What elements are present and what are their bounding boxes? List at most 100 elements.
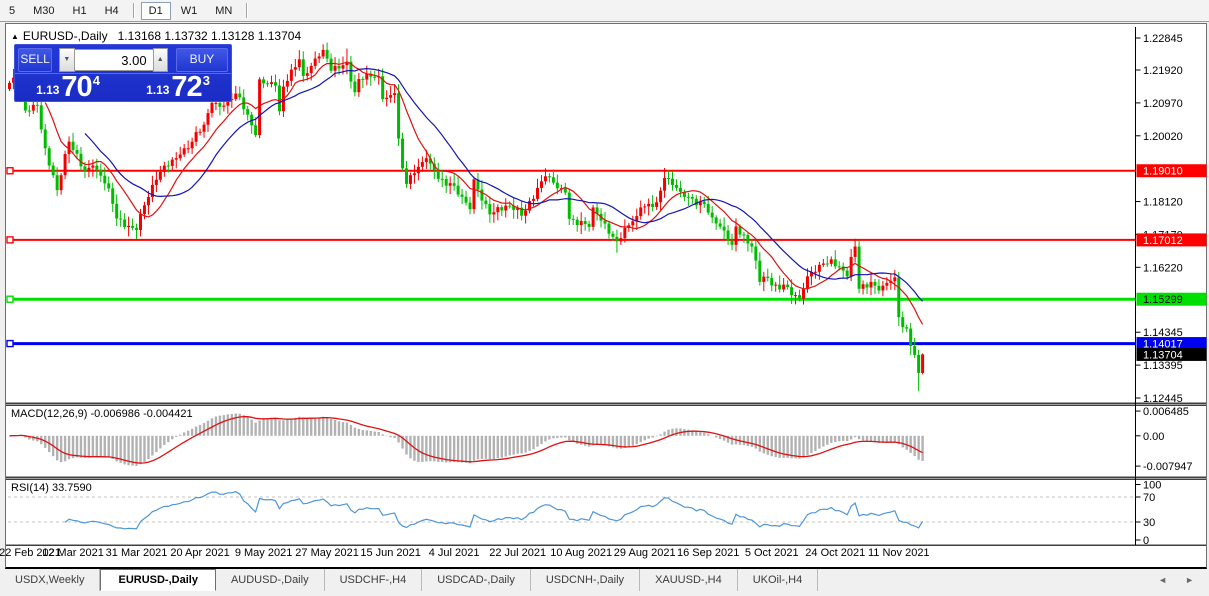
tab-usdchf-h4[interactable]: USDCHF-,H4 xyxy=(325,569,423,591)
candle xyxy=(409,175,412,184)
candle xyxy=(500,207,503,210)
candle xyxy=(738,226,741,234)
candle xyxy=(302,59,305,76)
candle xyxy=(318,56,321,58)
timeframe-button-h4[interactable]: H4 xyxy=(97,2,127,20)
price-tick-label: 1.16220 xyxy=(1143,262,1183,274)
candle xyxy=(389,95,392,98)
volume-input[interactable] xyxy=(75,49,153,71)
date-tick-label: 11 Nov 2021 xyxy=(868,547,930,559)
candle xyxy=(746,235,749,243)
candle xyxy=(484,201,487,205)
candle xyxy=(72,142,75,150)
macd-indicator xyxy=(10,414,923,466)
candle xyxy=(715,217,718,223)
candle xyxy=(385,98,388,99)
candle xyxy=(119,219,122,220)
candle xyxy=(326,50,329,59)
candle xyxy=(338,66,341,69)
date-axis: 22 Feb 202112 Mar 202131 Mar 202120 Apr … xyxy=(0,547,930,559)
candle xyxy=(453,183,456,186)
tab-xauusd-h4[interactable]: XAUUSD-,H4 xyxy=(640,569,738,591)
timeframe-button-m30[interactable]: M30 xyxy=(25,2,62,20)
tab-usdcad-daily[interactable]: USDCAD-,Daily xyxy=(422,569,531,591)
candle xyxy=(496,207,499,212)
rsi-tick-label: 0 xyxy=(1143,535,1149,547)
tab-usdx-weekly[interactable]: USDX,Weekly xyxy=(0,569,100,591)
macd-tick-label: 0.00 xyxy=(1143,431,1164,443)
date-tick-label: 5 Oct 2021 xyxy=(745,547,799,559)
tab-ukoil-h4[interactable]: UKOil-,H4 xyxy=(738,569,819,591)
candle xyxy=(179,154,182,158)
timeframe-button-h1[interactable]: H1 xyxy=(65,2,95,20)
candle xyxy=(60,175,63,190)
candle xyxy=(270,82,273,84)
ask-prefix: 1.13 xyxy=(146,83,169,97)
buy-button[interactable]: BUY xyxy=(176,48,228,72)
timeframe-button-mn[interactable]: MN xyxy=(207,2,240,20)
price-tick-label: 1.20970 xyxy=(1143,98,1183,110)
line-anchor-marker xyxy=(7,296,13,302)
candle xyxy=(195,132,198,142)
chart-tabs-bar: USDX,WeeklyEURUSD-,DailyAUDUSD-,DailyUSD… xyxy=(0,569,1209,592)
candle xyxy=(139,214,142,230)
bid-pipette: 4 xyxy=(93,73,100,88)
candle xyxy=(214,103,217,104)
tab-scroll-right-icon[interactable]: ► xyxy=(1176,573,1203,587)
candle xyxy=(655,202,658,207)
sell-button[interactable]: SELL xyxy=(18,48,52,72)
candle xyxy=(703,201,706,203)
candle xyxy=(869,282,872,288)
candle xyxy=(115,204,118,219)
candle xyxy=(647,204,650,207)
candle xyxy=(107,183,110,188)
candle xyxy=(790,287,793,295)
symbol-label: EURUSD-,Daily xyxy=(23,29,108,43)
macd-tick-label: 0.006485 xyxy=(1143,406,1189,418)
candle xyxy=(913,346,916,355)
candle xyxy=(353,82,356,93)
candle xyxy=(44,129,47,148)
ask-pipette: 3 xyxy=(203,73,210,88)
candle xyxy=(365,74,368,80)
candle xyxy=(794,295,797,296)
candle xyxy=(99,170,102,176)
candle xyxy=(639,207,642,216)
candle xyxy=(679,188,682,192)
tab-audusd-daily[interactable]: AUDUSD-,Daily xyxy=(216,569,325,591)
timeframe-button-w1[interactable]: W1 xyxy=(173,2,206,20)
rsi-indicator xyxy=(8,492,1135,529)
timeframe-button-5[interactable]: 5 xyxy=(1,2,23,20)
candle xyxy=(238,94,241,98)
candle xyxy=(421,162,424,167)
candle xyxy=(588,224,591,227)
candle xyxy=(901,317,904,327)
candle xyxy=(210,103,213,113)
tab-scroll-left-icon[interactable]: ◄ xyxy=(1149,573,1176,587)
tab-usdcnh-daily[interactable]: USDCNH-,Daily xyxy=(531,569,640,591)
rsi-tick-label: 30 xyxy=(1143,517,1155,529)
line-anchor-marker xyxy=(7,237,13,243)
date-tick-label: 9 May 2021 xyxy=(235,547,292,559)
timeframe-toolbar: 5M30H1H4 D1W1MN xyxy=(0,0,1209,22)
volume-increase-button[interactable]: ▲ xyxy=(153,48,168,72)
candle xyxy=(413,173,416,175)
toolbar-separator xyxy=(133,3,135,18)
volume-decrease-button[interactable]: ▼ xyxy=(59,48,74,72)
candle xyxy=(711,213,714,218)
toolbar-separator xyxy=(246,3,248,18)
candle xyxy=(472,179,475,209)
candle xyxy=(572,219,575,220)
collapse-arrow-icon[interactable]: ▲ xyxy=(11,32,19,41)
timeframe-button-d1[interactable]: D1 xyxy=(141,2,171,20)
candle xyxy=(373,77,376,78)
tab-eurusd-daily[interactable]: EURUSD-,Daily xyxy=(100,569,215,591)
candle xyxy=(286,81,289,87)
candle xyxy=(826,264,829,265)
candle xyxy=(131,226,134,228)
candle xyxy=(294,67,297,69)
price-tick-label: 1.12445 xyxy=(1143,393,1183,405)
candle xyxy=(830,259,833,263)
candle xyxy=(274,82,277,85)
candle xyxy=(262,79,265,83)
